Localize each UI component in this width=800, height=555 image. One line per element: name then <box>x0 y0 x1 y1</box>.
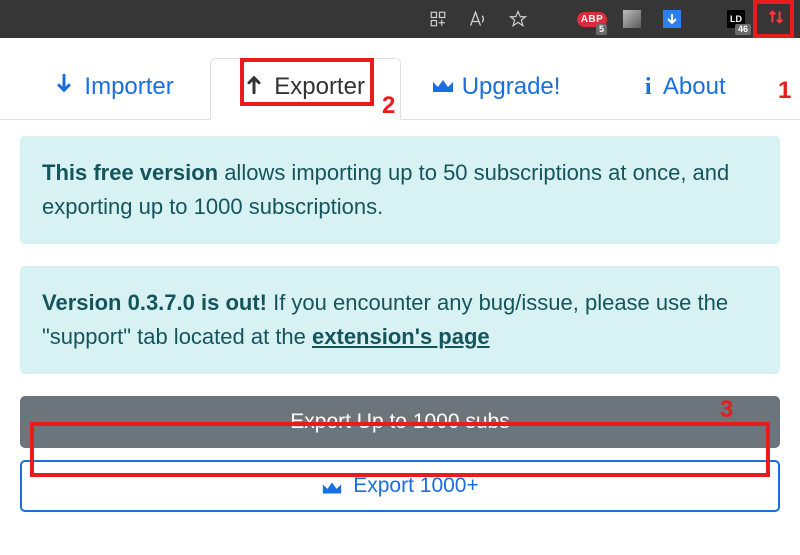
crown-icon <box>321 479 343 497</box>
tab-about[interactable]: i About <box>591 59 781 119</box>
browser-toolbar: ABP 5 LD 46 <box>0 0 800 38</box>
extension-square-icon[interactable] <box>614 4 650 34</box>
page-content: This free version allows importing up to… <box>0 120 800 374</box>
crown-icon <box>431 76 455 96</box>
read-aloud-icon[interactable] <box>460 4 496 34</box>
version-notice-bold: Version 0.3.7.0 is out! <box>42 290 267 315</box>
extension-page-link[interactable]: extension's page <box>312 324 490 349</box>
up-arrow-icon <box>246 73 269 100</box>
tab-upgrade-label: Upgrade! <box>462 73 561 100</box>
free-version-notice: This free version allows importing up to… <box>20 136 780 244</box>
gradient-square-icon <box>623 10 641 28</box>
adblock-extension-icon[interactable]: ABP 5 <box>574 4 610 34</box>
download-arrow-icon <box>663 10 681 28</box>
tab-exporter-label: Exporter <box>274 73 365 100</box>
tab-exporter[interactable]: Exporter <box>210 58 402 120</box>
info-icon: i <box>645 74 652 100</box>
favorite-star-icon[interactable] <box>500 4 536 34</box>
version-notice: Version 0.3.7.0 is out! If you encounter… <box>20 266 780 374</box>
apps-icon[interactable] <box>420 4 456 34</box>
tab-importer[interactable]: Importer <box>20 59 210 119</box>
tab-about-label: About <box>663 73 726 100</box>
updown-arrows-icon <box>767 8 785 31</box>
export-premium-label: Export 1000+ <box>353 474 479 498</box>
ld-extension-icon[interactable]: LD 46 <box>718 4 754 34</box>
export-free-button[interactable]: Export Up to 1000 subs <box>20 396 780 448</box>
import-export-extension-icon[interactable] <box>758 4 794 34</box>
tab-importer-label: Importer <box>84 73 173 100</box>
export-free-label: Export Up to 1000 subs <box>290 410 509 434</box>
tab-upgrade[interactable]: Upgrade! <box>401 59 591 119</box>
free-notice-bold: This free version <box>42 160 218 185</box>
export-actions: Export Up to 1000 subs Export 1000+ <box>0 396 800 512</box>
down-arrow-icon <box>56 73 79 100</box>
abp-badge: 5 <box>596 24 607 35</box>
ld-badge: 46 <box>735 24 751 35</box>
download-extension-icon[interactable] <box>654 4 690 34</box>
export-premium-button[interactable]: Export 1000+ <box>20 460 780 512</box>
nav-tabs: Importer Exporter Upgrade! i About <box>0 38 800 120</box>
